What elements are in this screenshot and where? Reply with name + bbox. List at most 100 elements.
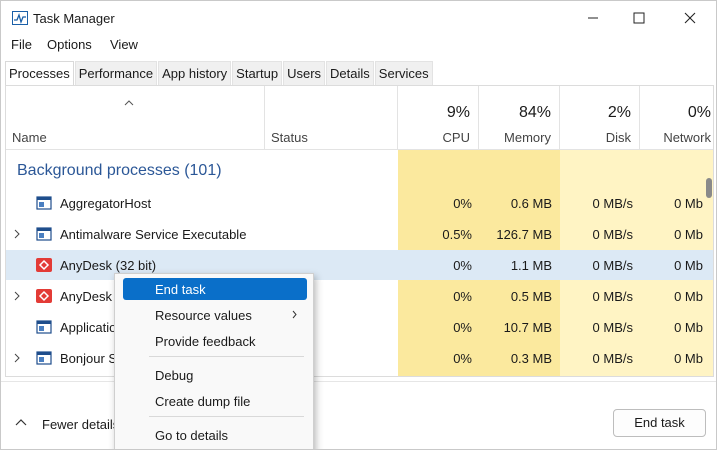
table-row[interactable]: AggregatorHost 0% 0.6 MB 0 MB/s 0 Mb [6, 188, 713, 218]
tab-details[interactable]: Details [326, 61, 374, 85]
context-separator [149, 356, 304, 357]
minimize-icon [588, 17, 598, 19]
column-header: Name Status 9% CPU 84% Memory 2% Disk 0%… [6, 86, 713, 150]
menu-file[interactable]: File [11, 37, 32, 52]
chevron-right-icon[interactable] [14, 291, 20, 301]
table-row[interactable]: Antimalware Service Executable 0.5% 126.… [6, 219, 713, 249]
memory-percent: 84% [518, 104, 551, 121]
anydesk-icon [36, 289, 52, 303]
table-row[interactable]: AnyDesk 0% 0.5 MB 0 MB/s 0 Mb [6, 281, 713, 311]
process-grid: Name Status 9% CPU 84% Memory 2% Disk 0%… [5, 85, 714, 377]
memory-cell: 0.6 MB [510, 196, 552, 211]
disk-column-header[interactable]: 2% Disk [560, 86, 640, 150]
disk-cell: 0 MB/s [592, 196, 633, 211]
network-cell: 0 Mb [674, 227, 703, 242]
process-name: Applicatio [60, 320, 117, 335]
chevron-up-icon[interactable] [15, 418, 27, 426]
context-debug[interactable]: Debug [123, 364, 307, 386]
cpu-cell: 0% [453, 289, 472, 304]
context-provide-feedback[interactable]: Provide feedback [123, 330, 307, 352]
network-label: Network [663, 130, 711, 145]
cpu-cell: 0.5% [442, 227, 472, 242]
group-header-background: Background processes (101) [17, 162, 222, 179]
chevron-right-icon[interactable] [14, 229, 20, 239]
cpu-column-header[interactable]: 9% CPU [398, 86, 479, 150]
memory-cell: 10.7 MB [503, 320, 552, 335]
disk-cell: 0 MB/s [592, 289, 633, 304]
process-name: Antimalware Service Executable [60, 227, 247, 242]
status-column-header[interactable]: Status [265, 86, 398, 150]
memory-cell: 126.7 MB [496, 227, 552, 242]
context-resource-values[interactable]: Resource values [123, 304, 307, 326]
table-row-selected[interactable]: AnyDesk (32 bit) 0% 1.1 MB 0 MB/s 0 Mb [6, 250, 713, 280]
fewer-details-link[interactable]: Fewer details [42, 417, 119, 432]
cpu-cell: 0% [453, 320, 472, 335]
window-icon [36, 227, 52, 241]
network-percent: 0% [687, 104, 711, 121]
context-separator [149, 416, 304, 417]
end-task-button[interactable]: End task [613, 409, 706, 437]
tab-processes[interactable]: Processes [5, 61, 74, 85]
memory-label: Memory [504, 130, 551, 145]
process-name: Bonjour S [60, 351, 118, 366]
network-cell: 0 Mb [674, 320, 703, 335]
chevron-right-icon[interactable] [14, 353, 20, 363]
process-name: AnyDesk (32 bit) [60, 258, 157, 273]
tab-users[interactable]: Users [283, 61, 326, 85]
context-create-dump-file[interactable]: Create dump file [123, 390, 307, 412]
task-manager-icon [12, 11, 28, 25]
context-end-task[interactable]: End task [123, 278, 307, 300]
memory-cell: 0.5 MB [510, 289, 552, 304]
maximize-button[interactable] [616, 1, 662, 35]
tab-startup[interactable]: Startup [232, 61, 283, 85]
memory-column-header[interactable]: 84% Memory [479, 86, 560, 150]
network-cell: 0 Mb [674, 196, 703, 211]
window-title: Task Manager [33, 11, 115, 26]
tab-strip: Processes Performance App history Startu… [5, 61, 434, 85]
disk-cell: 0 MB/s [592, 258, 633, 273]
cpu-cell: 0% [453, 196, 472, 211]
cpu-label: CPU [442, 130, 470, 145]
process-name: AggregatorHost [60, 196, 152, 211]
name-column-header[interactable]: Name [6, 86, 265, 150]
cpu-cell: 0% [453, 351, 472, 366]
disk-cell: 0 MB/s [592, 320, 633, 335]
vertical-scrollbar-thumb[interactable] [706, 178, 712, 198]
memory-cell: 0.3 MB [510, 351, 552, 366]
network-cell: 0 Mb [674, 289, 703, 304]
sort-up-icon [124, 100, 134, 106]
menu-options[interactable]: Options [47, 37, 92, 52]
close-icon [684, 12, 696, 24]
disk-cell: 0 MB/s [592, 351, 633, 366]
tab-performance[interactable]: Performance [74, 61, 158, 85]
disk-cell: 0 MB/s [592, 227, 633, 242]
minimize-button[interactable] [570, 1, 616, 35]
status-column-label: Status [271, 130, 308, 145]
window-icon [36, 320, 52, 334]
context-menu: End task Resource values Provide feedbac… [114, 273, 314, 449]
table-row[interactable]: Bonjour S 0% 0.3 MB 0 MB/s 0 Mb [6, 343, 713, 373]
memory-cell: 1.1 MB [510, 258, 552, 273]
network-cell: 0 Mb [674, 258, 703, 273]
name-column-label: Name [12, 130, 47, 145]
table-row[interactable]: Applicatio 0% 10.7 MB 0 MB/s 0 Mb [6, 312, 713, 342]
network-cell: 0 Mb [674, 351, 703, 366]
maximize-icon [633, 12, 645, 24]
title-bar: Task Manager [1, 1, 716, 35]
window-icon [36, 351, 52, 365]
network-column-header[interactable]: 0% Network [640, 86, 713, 150]
cpu-cell: 0% [453, 258, 472, 273]
menu-view[interactable]: View [110, 37, 138, 52]
disk-label: Disk [605, 130, 631, 145]
anydesk-icon [36, 258, 52, 272]
close-button[interactable] [667, 1, 713, 35]
tab-services[interactable]: Services [374, 61, 433, 85]
cpu-percent: 9% [446, 104, 470, 121]
context-go-to-details[interactable]: Go to details [123, 424, 307, 446]
tab-app-history[interactable]: App history [158, 61, 232, 85]
task-manager-window: Task Manager File Options View Processes… [0, 0, 717, 450]
bottom-bar: Fewer details End task [1, 381, 716, 449]
process-name: AnyDesk [60, 289, 113, 304]
disk-percent: 2% [607, 104, 631, 121]
chevron-right-icon [292, 310, 297, 319]
